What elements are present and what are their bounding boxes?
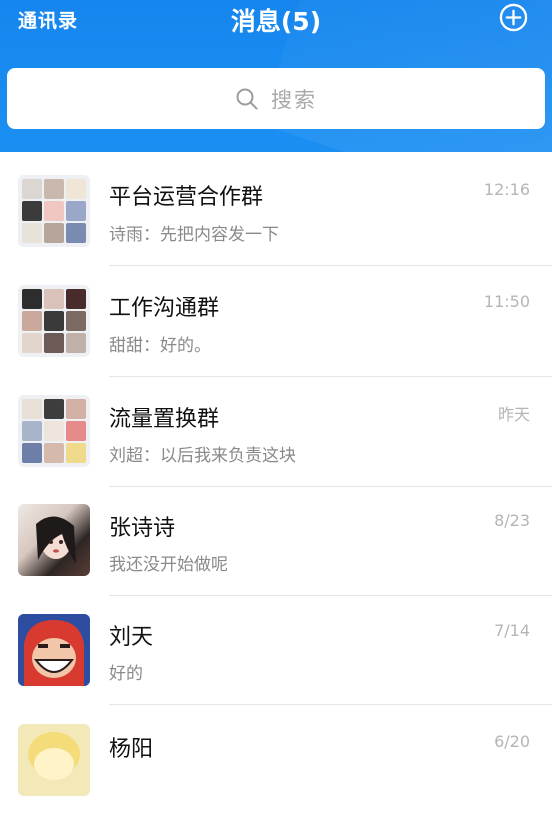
conversation-preview: 甜甜：好的。 bbox=[109, 336, 211, 356]
conversation-name: 杨阳 bbox=[109, 737, 154, 762]
conversation-row[interactable]: 工作沟通群 甜甜：好的。 11:50 bbox=[0, 266, 552, 377]
conversation-row[interactable]: 张诗诗 我还没开始做呢 8/23 bbox=[0, 486, 552, 596]
search-icon bbox=[236, 88, 258, 109]
conversation-name: 工作沟通群 bbox=[109, 296, 220, 321]
conversation-preview: 刘超：以后我来负责这块 bbox=[109, 446, 296, 466]
conversation-name: 流量置换群 bbox=[109, 407, 220, 432]
conversation-time: 8/23 bbox=[494, 511, 530, 530]
search-placeholder: 搜索 bbox=[271, 87, 317, 112]
conversation-time: 12:16 bbox=[483, 180, 530, 199]
search-bar[interactable]: 搜索 bbox=[7, 68, 545, 129]
cartoon-illustration bbox=[28, 732, 80, 780]
cartoon-illustration bbox=[18, 614, 90, 686]
user-avatar bbox=[18, 504, 90, 576]
group-avatar bbox=[18, 285, 90, 357]
conversation-name: 平台运营合作群 bbox=[109, 185, 264, 210]
conversation-time: 7/14 bbox=[494, 621, 530, 640]
conversation-row[interactable]: 流量置换群 刘超：以后我来负责这块 昨天 bbox=[0, 376, 552, 487]
user-avatar bbox=[18, 614, 90, 686]
conversation-name: 刘天 bbox=[109, 625, 154, 650]
conversation-time: 11:50 bbox=[483, 292, 530, 311]
conversation-row[interactable]: 杨阳 6/20 bbox=[0, 705, 552, 815]
conversation-row[interactable]: 刘天 好的 7/14 bbox=[0, 595, 552, 705]
conversation-row[interactable]: 平台运营合作群 诗雨：先把内容发一下 12:16 bbox=[0, 152, 552, 266]
conversation-preview: 我还没开始做呢 bbox=[109, 555, 228, 575]
top-header: 通讯录 消息(5) 搜索 bbox=[0, 0, 552, 152]
conversation-preview: 好的 bbox=[109, 664, 143, 684]
conversation-time: 昨天 bbox=[497, 405, 530, 424]
page-title: 消息(5) bbox=[230, 7, 322, 36]
user-avatar bbox=[18, 724, 90, 796]
conversation-name: 张诗诗 bbox=[109, 516, 176, 541]
plus-circle-icon[interactable] bbox=[499, 3, 528, 32]
portrait-illustration bbox=[36, 516, 76, 564]
group-avatar bbox=[18, 395, 90, 467]
conversation-time: 6/20 bbox=[494, 732, 530, 751]
conversation-preview: 诗雨：先把内容发一下 bbox=[109, 225, 279, 245]
group-avatar bbox=[18, 175, 90, 247]
